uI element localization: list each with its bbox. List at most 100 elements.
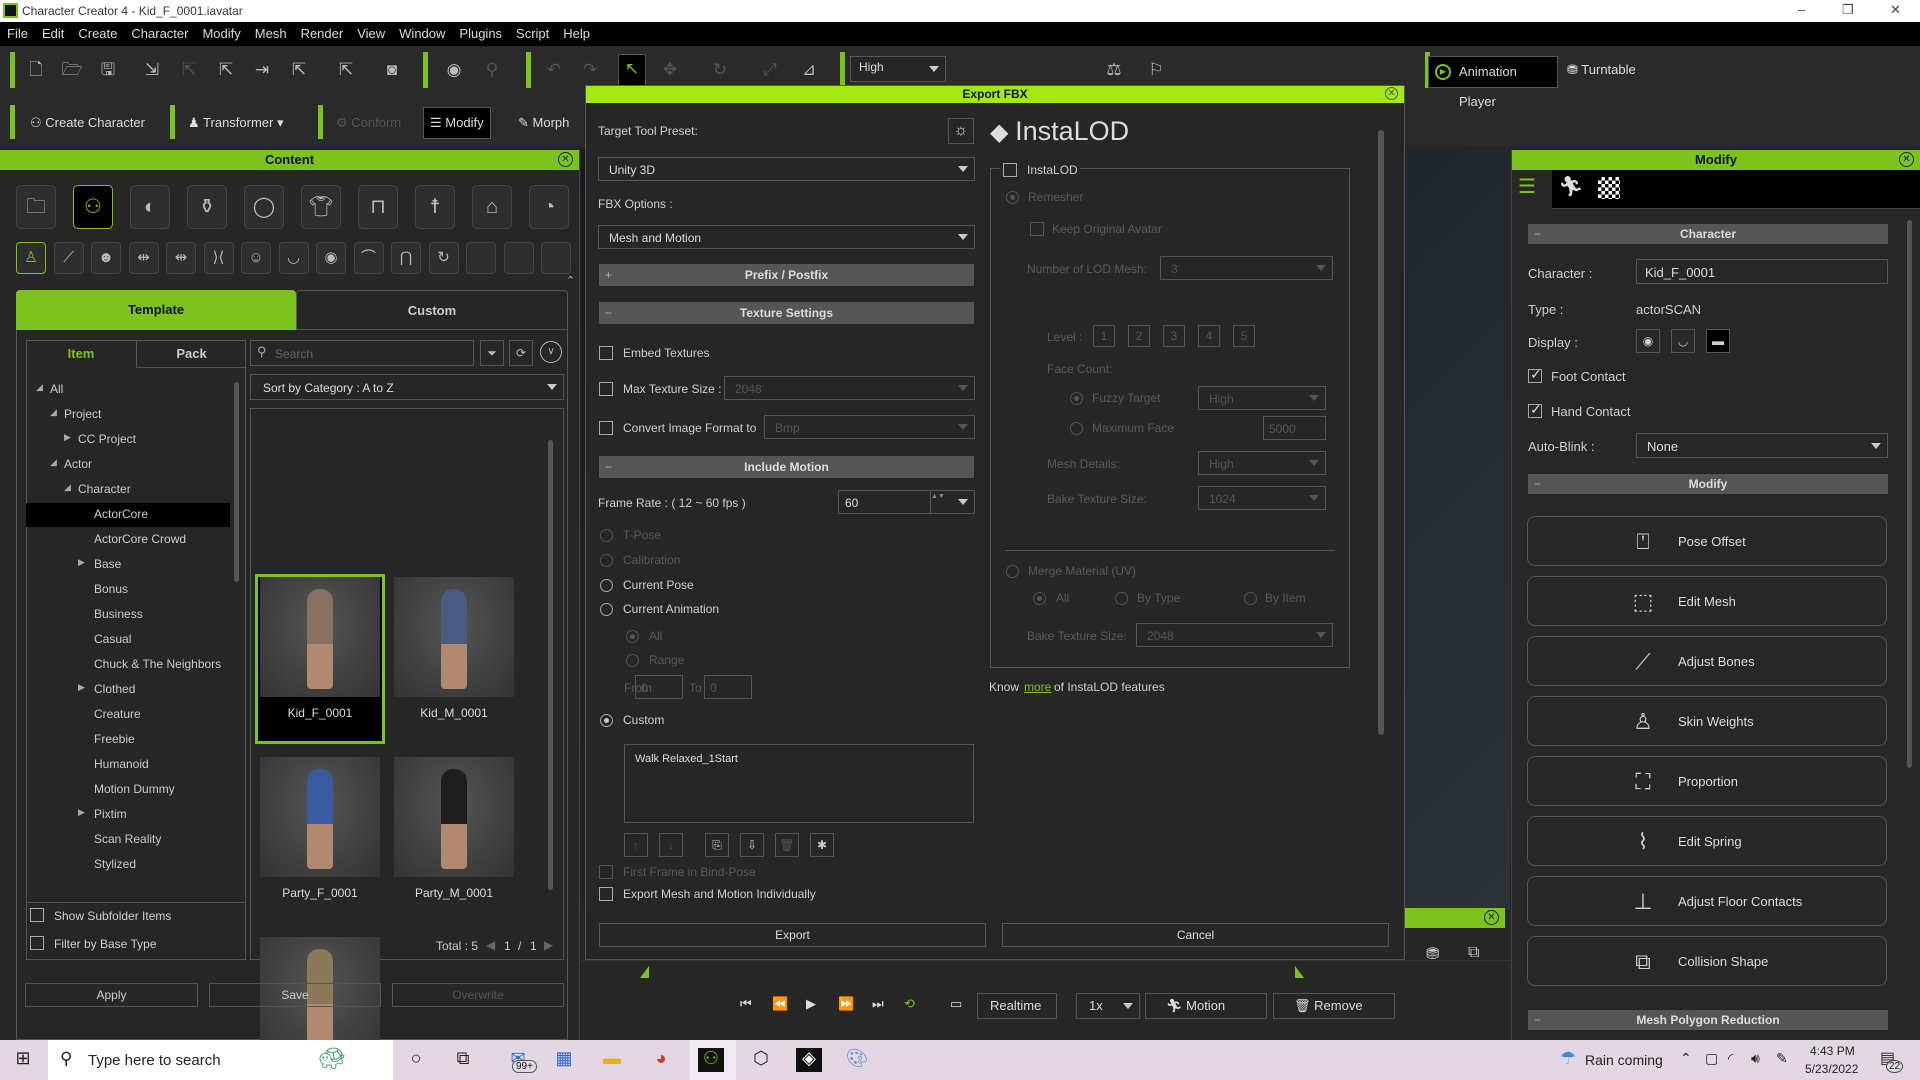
move-down-icon[interactable]: ↓ — [659, 833, 683, 857]
tree-item[interactable]: Freebie — [94, 732, 135, 746]
edit-mesh-button[interactable]: ⬚ Edit Mesh — [1527, 576, 1887, 626]
tree-item[interactable]: Scan Reality — [94, 832, 161, 846]
quality-dropdown[interactable]: High — [850, 56, 946, 82]
clock-time[interactable]: 4:43 PM — [1810, 1044, 1855, 1058]
maximum-face-radio[interactable] — [1070, 422, 1083, 435]
collapsed-arrow-icon[interactable]: ▶ — [64, 432, 71, 443]
merge-all-radio[interactable] — [1033, 592, 1046, 605]
transformer-button[interactable]: ♟ Transformer ▾ — [182, 108, 290, 138]
close-icon[interactable]: ✕ — [1484, 910, 1499, 925]
chrome-icon[interactable]: ◕ — [648, 1048, 674, 1072]
empty-slot[interactable] — [466, 242, 496, 274]
collapsed-arrow-icon[interactable]: ▶ — [78, 557, 85, 568]
tab-template[interactable]: Template — [16, 290, 296, 330]
from-field[interactable]: 0 — [635, 675, 683, 699]
texture-tab-icon[interactable] — [1598, 177, 1620, 199]
create-character-button[interactable]: ⚇ Create Character — [24, 108, 151, 138]
next-page-icon[interactable]: ▶ — [544, 938, 553, 952]
tree-item[interactable]: Clothed — [94, 682, 135, 696]
windows-start-icon[interactable]: ⊞ — [10, 1048, 36, 1072]
morph-button[interactable]: ✎ Morph — [512, 108, 575, 138]
include-motion-header[interactable]: − Include Motion — [599, 456, 974, 478]
export-icon[interactable]: ⇥ — [248, 56, 276, 84]
cancel-button[interactable]: Cancel — [1002, 923, 1389, 947]
menu-script[interactable]: Script — [509, 22, 556, 41]
level-2-button[interactable]: 2 — [1128, 325, 1150, 347]
search-input[interactable]: ⚲ Search — [250, 340, 474, 366]
mesh-polygon-reduction-header[interactable]: − Mesh Polygon Reduction — [1528, 1010, 1888, 1030]
go-to-end-icon[interactable]: ⏭ — [872, 996, 884, 1012]
character-name-field[interactable]: Kid_F_0001 — [1636, 259, 1888, 284]
merge-material-radio[interactable] — [1006, 565, 1019, 578]
character-creator-taskbar-icon[interactable]: ⚇ — [698, 1048, 724, 1072]
minimize-button[interactable]: – — [1798, 2, 1805, 17]
collapse-icon[interactable]: ⌃ — [566, 274, 575, 287]
options-chevron-icon[interactable]: ∨ — [540, 341, 562, 363]
load-motion-icon[interactable]: ⇩ — [740, 833, 764, 857]
filter-base-checkbox[interactable] — [30, 936, 44, 950]
subtab-pack[interactable]: Pack — [136, 340, 246, 368]
close-icon[interactable]: ✕ — [1899, 152, 1914, 167]
calibration-radio[interactable] — [600, 554, 613, 567]
bake-texture-dropdown[interactable]: 1024 — [1198, 486, 1326, 510]
clock-date[interactable]: 5/23/2022 — [1805, 1062, 1858, 1076]
menu-create[interactable]: Create — [71, 22, 124, 41]
align-icon[interactable]: ⊿ — [795, 56, 823, 84]
subcategory-icon-4[interactable]: ⇹ — [166, 242, 196, 274]
tree-item[interactable]: Chuck & The Neighbors — [94, 657, 221, 671]
preset-settings-icon[interactable]: ☼ — [948, 118, 974, 144]
custom-radio[interactable] — [600, 714, 613, 727]
apply-button[interactable]: Apply — [25, 983, 198, 1007]
volume-icon[interactable]: 🔊︎ — [1751, 1050, 1760, 1067]
subcategory-icon-10[interactable]: ⋂ — [391, 242, 421, 274]
proportion-button[interactable]: ⛶ Proportion — [1527, 756, 1887, 806]
camera-tray-icon[interactable]: ▢ — [1705, 1050, 1718, 1067]
item-thumbnail[interactable] — [260, 757, 380, 877]
animation-player-button[interactable]: ▶ Animation Player — [1428, 56, 1558, 109]
collision-shape-button[interactable]: ⧉ Collision Shape — [1527, 936, 1887, 986]
undo-icon[interactable]: ↶ — [540, 56, 568, 84]
menu-file[interactable]: File — [0, 22, 35, 41]
menu-plugins[interactable]: Plugins — [452, 22, 509, 41]
frame-rate-spinner[interactable]: 60 ▲▼ — [838, 490, 975, 514]
lod-count-dropdown[interactable]: 3 — [1160, 256, 1333, 280]
tree-item[interactable]: ActorCore — [94, 507, 148, 521]
export-fbx-icon[interactable]: ⇱ — [332, 56, 360, 84]
pose-icon[interactable]: ☨ — [415, 185, 455, 229]
save-icon[interactable]: 🖫 — [94, 56, 122, 84]
timeline-end-marker[interactable] — [1295, 966, 1304, 978]
add-motion-icon[interactable]: ⎘ — [705, 833, 729, 857]
tray-chevron-icon[interactable]: ⌃ — [1680, 1050, 1692, 1067]
tree-scrollbar[interactable] — [234, 382, 239, 582]
render-icon[interactable]: ◙ — [378, 56, 406, 84]
motion-list-item[interactable]: Walk Relaxed_1Start — [635, 753, 963, 765]
cloth-icon[interactable]: 👕︎ — [301, 185, 341, 229]
export-individually-checkbox[interactable] — [599, 887, 613, 901]
light-icon[interactable]: ⚖ — [1100, 56, 1128, 84]
cortana-icon[interactable]: ○ — [403, 1048, 429, 1072]
close-icon[interactable]: ✕ — [558, 152, 573, 167]
fuzzy-target-radio[interactable] — [1070, 392, 1083, 405]
motion-button[interactable]: 🏃︎ Motion — [1145, 993, 1267, 1019]
import-icon[interactable]: ⇲ — [138, 56, 166, 84]
save-button[interactable]: Save — [209, 983, 381, 1007]
scale-tool-icon[interactable]: ⤢ — [756, 56, 784, 84]
instalod-more-link[interactable]: more — [1024, 680, 1051, 694]
target-preset-dropdown[interactable]: Unity 3D — [598, 157, 975, 181]
delete-motion-icon[interactable]: 🗑︎ — [775, 833, 799, 857]
tree-item[interactable]: Actor — [64, 457, 92, 471]
menu-modify[interactable]: Modify — [195, 22, 247, 41]
task-view-icon[interactable]: ⧉ — [450, 1048, 476, 1072]
mesh-details-dropdown[interactable]: High — [1198, 451, 1326, 475]
max-texture-size-checkbox[interactable] — [599, 382, 613, 396]
clear-motion-icon[interactable]: ✱ — [810, 833, 834, 857]
instalod-checkbox[interactable] — [1003, 163, 1017, 177]
move-tool-icon[interactable]: ✥ — [656, 56, 684, 84]
collapsed-arrow-icon[interactable]: ▶ — [78, 807, 85, 818]
item-thumbnail[interactable] — [394, 577, 514, 697]
makeup-icon[interactable]: ⚱ — [187, 185, 227, 229]
adjust-bones-button[interactable]: ⟋ Adjust Bones — [1527, 636, 1887, 686]
close-button[interactable]: ✕ — [1890, 2, 1901, 18]
scene-icon[interactable]: ⌂ — [472, 185, 512, 229]
subcategory-icon-7[interactable]: ◡ — [278, 242, 309, 274]
